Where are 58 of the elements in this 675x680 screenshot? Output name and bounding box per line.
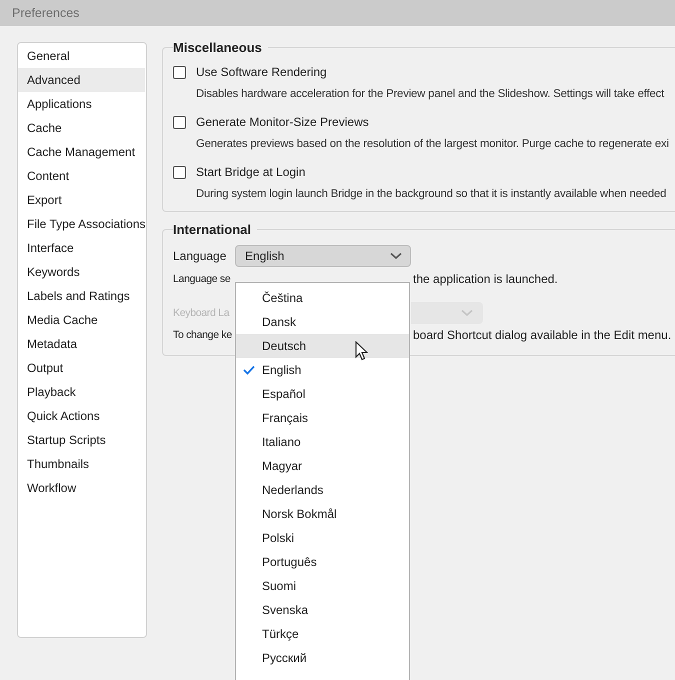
option-description: Generates previews based on the resolution of the largest monitor. Purge cache to regenerate exi xyxy=(196,137,670,152)
sidebar-item[interactable]: Quick Actions xyxy=(18,404,145,428)
sidebar-item[interactable]: Cache xyxy=(18,116,145,140)
checkbox-label[interactable]: Generate Monitor-Size Previews xyxy=(196,115,369,129)
sidebar-item[interactable]: Playback xyxy=(18,380,145,404)
menu-item[interactable]: Deutsch xyxy=(236,334,409,358)
section-title: Miscellaneous xyxy=(173,40,263,55)
menu-item[interactable]: Español xyxy=(236,382,409,406)
sidebar-item[interactable]: Content xyxy=(18,164,145,188)
language-note: the application is launched. xyxy=(413,272,559,286)
option-description: Disables hardware acceleration for the Preview panel and the Slideshow. Settings will take effect xyxy=(196,87,666,102)
sidebar-item[interactable]: Export xyxy=(18,188,145,212)
window-title: Preferences xyxy=(12,6,80,20)
language-note: Language se xyxy=(173,273,230,285)
sidebar-item[interactable]: Metadata xyxy=(18,332,145,356)
menu-item[interactable]: Português xyxy=(236,550,409,574)
language-dropdown[interactable]: English xyxy=(235,245,411,267)
chevron-down-icon xyxy=(461,309,473,317)
menu-item[interactable]: Polski xyxy=(236,526,409,550)
sidebar-item[interactable]: Workflow xyxy=(18,476,145,500)
menu-item[interactable]: Français xyxy=(236,406,409,430)
language-label: Language xyxy=(173,249,228,263)
menu-item[interactable]: Türkçe xyxy=(236,622,409,646)
sidebar-item[interactable]: Thumbnails xyxy=(18,452,145,476)
sidebar-item[interactable]: Output xyxy=(18,356,145,380)
sidebar-item[interactable]: General xyxy=(18,44,145,68)
checkbox[interactable] xyxy=(173,116,186,128)
menu-item[interactable]: Svenska xyxy=(236,598,409,622)
sidebar-item[interactable]: Labels and Ratings xyxy=(18,284,145,308)
checkbox-label[interactable]: Start Bridge at Login xyxy=(196,165,306,179)
checkmark-icon xyxy=(243,365,255,375)
sidebar-item[interactable]: Advanced xyxy=(18,68,145,92)
sidebar-item[interactable]: Cache Management xyxy=(18,140,145,164)
menu-item[interactable]: Nederlands xyxy=(236,478,409,502)
menu-item[interactable]: Norsk Bokmål xyxy=(236,502,409,526)
checkbox-label[interactable]: Use Software Rendering xyxy=(196,65,327,79)
sidebar-item[interactable]: File Type Associations xyxy=(18,212,145,236)
sidebar-item[interactable]: Keywords xyxy=(18,260,145,284)
menu-item[interactable]: Dansk xyxy=(236,310,409,334)
keyboard-note: To change ke xyxy=(173,329,232,341)
chevron-down-icon xyxy=(390,252,402,260)
menu-item[interactable]: Magyar xyxy=(236,454,409,478)
sidebar-item[interactable]: Media Cache xyxy=(18,308,145,332)
checkbox[interactable] xyxy=(173,166,186,178)
menu-item[interactable]: Čeština xyxy=(236,286,409,310)
sidebar-item[interactable]: Interface xyxy=(18,236,145,260)
mouse-pointer-icon xyxy=(355,341,368,361)
checkbox[interactable] xyxy=(173,66,186,78)
menu-item[interactable]: Suomi xyxy=(236,574,409,598)
menu-item[interactable]: English xyxy=(236,358,409,382)
section-title: International xyxy=(173,222,252,237)
menu-item[interactable]: Italiano xyxy=(236,430,409,454)
keyboard-layout-label: Keyboard La xyxy=(173,307,230,319)
sidebar-item[interactable]: Startup Scripts xyxy=(18,428,145,452)
keyboard-note: board Shortcut dialog available in the Edit menu. xyxy=(413,328,672,342)
option-description: During system login launch Bridge in the background so that it is instantly available when needed xyxy=(196,187,668,202)
sidebar-item[interactable]: Applications xyxy=(18,92,145,116)
menu-item[interactable]: Русский xyxy=(236,646,409,670)
